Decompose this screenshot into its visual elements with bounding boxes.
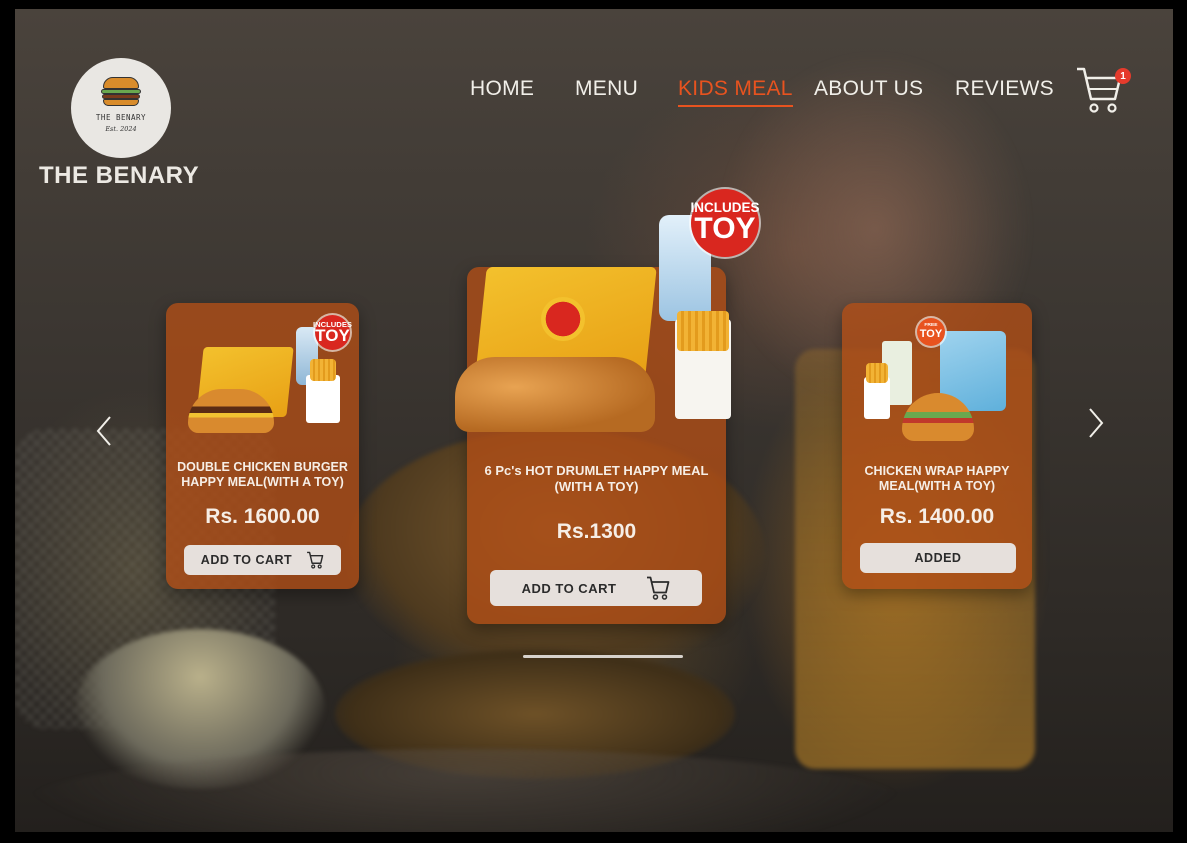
includes-toy-badge: INCLUDES TOY [313,315,352,350]
chevron-right-icon [1089,408,1104,438]
meal-card-chicken-wrap[interactable]: FREE TOY CHICKEN WRAP HAPPY MEAL(WITH A … [842,303,1032,589]
cart-icon [647,576,670,600]
page-frame: THE BENARY Est. 2024 THE BENARY HOME MEN… [15,9,1173,832]
nav-item-reviews[interactable]: REVIEWS [955,77,1054,101]
cart-button[interactable]: 1 [1075,65,1135,115]
add-to-cart-button[interactable]: ADD TO CART [490,570,702,606]
brand-title: THE BENARY [39,162,200,189]
logo-name-text: THE BENARY [95,113,147,122]
chevron-left-icon [96,416,111,446]
meal-name: CHICKEN WRAP HAPPY MEAL(WITH A TOY) [864,464,1010,493]
meal-price: Rs.1300 [556,520,637,543]
add-to-cart-button[interactable]: ADD TO CART [184,545,341,575]
burger-logo-icon [99,77,143,107]
meal-name: DOUBLE CHICKEN BURGER HAPPY MEAL(WITH A … [177,460,348,489]
carousel-indicator[interactable] [523,655,683,658]
nav-item-home[interactable]: HOME [470,77,534,101]
nav-item-about-us[interactable]: ABOUT US [814,77,923,101]
carousel-next-button[interactable] [1083,407,1107,439]
meal-price: Rs. 1600.00 [205,505,320,528]
cart-count-badge: 1 [1115,68,1131,84]
nav-item-menu[interactable]: MENU [575,77,638,101]
meal-name: 6 Pc's HOT DRUMLET HAPPY MEAL (WITH A TO… [484,463,709,494]
logo-est-text: Est. 2024 [105,125,137,133]
meal-card-double-chicken-burger[interactable]: INCLUDES TOY DOUBLE CHICKEN BURGER HAPPY… [166,303,359,589]
includes-toy-badge: INCLUDES TOY [691,189,760,257]
nav-item-kids-meal[interactable]: KIDS MEAL [678,77,793,107]
free-toy-badge: FREE TOY [917,318,945,346]
add-to-cart-label: ADD TO CART [200,553,293,567]
carousel-prev-button[interactable] [93,415,117,447]
added-button[interactable]: ADDED [860,543,1016,573]
meal-card-hot-drumlet[interactable]: INCLUDES TOY 6 Pc's HOT DRUMLET HAPPY ME… [455,189,760,624]
brand-logo[interactable]: THE BENARY Est. 2024 [71,58,171,158]
cart-icon [307,551,324,569]
add-to-cart-label: ADD TO CART [521,580,617,596]
meal-price: Rs. 1400.00 [879,505,995,528]
